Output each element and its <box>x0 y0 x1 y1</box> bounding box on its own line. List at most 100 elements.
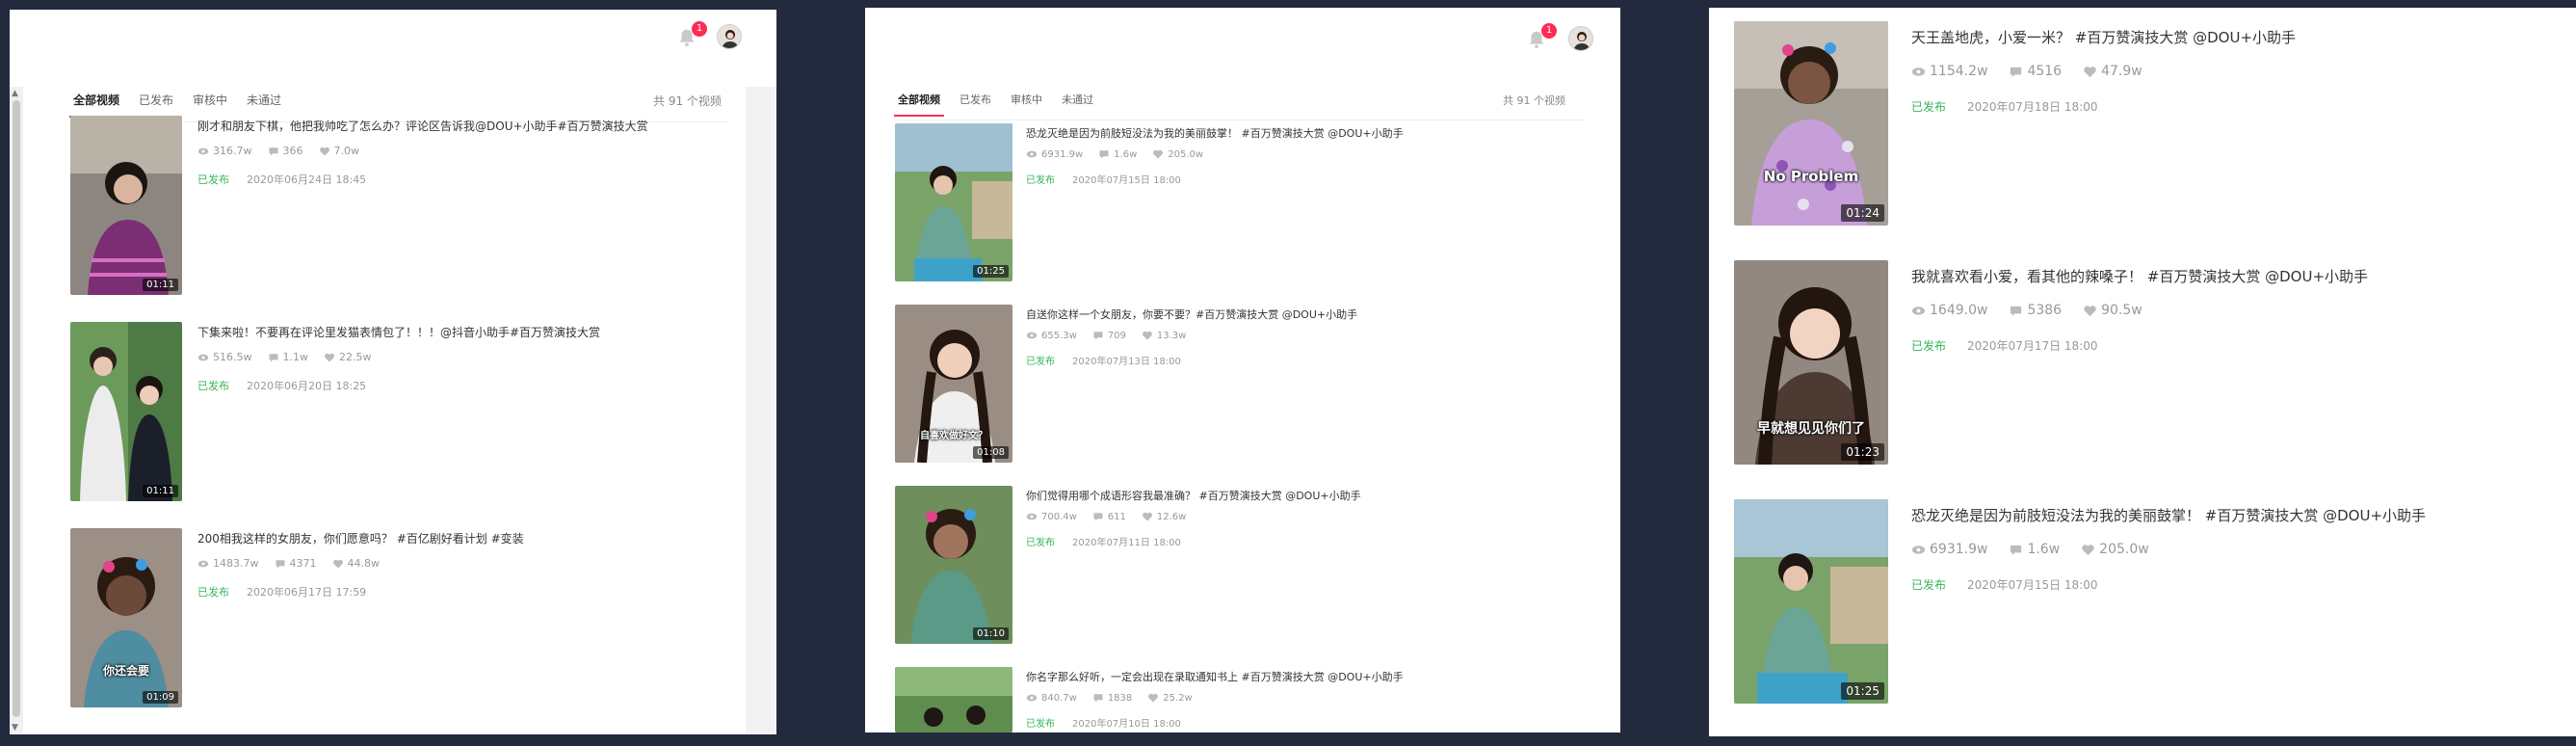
likes-stat: 22.5w <box>324 351 372 363</box>
views-count: 316.7w <box>213 145 252 157</box>
video-title[interactable]: 恐龙灭绝是因为前肢短没法为我的美丽鼓掌！ #百万赞演技大赏 @DOU+小助手 <box>1026 125 1404 141</box>
video-thumbnail[interactable]: 自喜欢做好文？ 01:08 <box>895 305 1012 463</box>
tab-all[interactable]: 全部视频 <box>68 92 124 118</box>
status-badge: 已发布 <box>197 586 229 599</box>
video-stats: 316.7w 366 7.0w <box>197 145 359 157</box>
likes-count: 12.6w <box>1156 511 1187 522</box>
heart-icon <box>1148 693 1159 703</box>
views-stat: 1154.2w <box>1911 64 1987 79</box>
eye-icon <box>1911 545 1926 554</box>
status-badge: 已发布 <box>1911 578 1947 592</box>
status-badge: 已发布 <box>1026 719 1055 730</box>
likes-stat: 205.0w <box>2081 542 2149 557</box>
video-title[interactable]: 刚才和朋友下棋，他把我帅吃了怎么办？评论区告诉我@DOU+小助手#百万赞演技大赏 <box>197 118 648 134</box>
video-thumbnail[interactable]: 01:10 <box>895 486 1012 644</box>
views-stat: 700.4w <box>1026 511 1077 522</box>
tab-rejected[interactable]: 未通过 <box>247 92 281 118</box>
video-title[interactable]: 自送你这样一个女朋友，你要不要？#百万赞演技大赏 @DOU+小助手 <box>1026 306 1357 322</box>
tab-published[interactable]: 已发布 <box>959 92 991 117</box>
tab-reviewing[interactable]: 审核中 <box>193 92 227 118</box>
comment-icon <box>269 147 277 155</box>
video-manager-panel-1: ▲ ▼ 1 全部视频 已发布 审核中 未通过 共 91 个视频 01:11 刚才… <box>10 10 776 734</box>
video-title[interactable]: 天王盖地虎，小爱一米？ #百万赞演技大赏 @DOU+小助手 <box>1911 27 2296 47</box>
video-thumbnail[interactable]: 01:25 <box>895 123 1012 281</box>
publish-date: 2020年07月15日 18:00 <box>1967 578 2098 592</box>
publish-date: 2020年07月15日 18:00 <box>1072 175 1181 186</box>
notification-bell[interactable]: 1 <box>676 21 707 50</box>
video-meta: 已发布 2020年07月15日 18:00 <box>1911 576 2098 593</box>
comment-icon <box>2011 306 2022 316</box>
comments-stat: 1.1w <box>268 351 308 363</box>
video-meta: 已发布 2020年07月17日 18:00 <box>1911 337 2098 354</box>
video-meta: 已发布 2020年06月17日 17:59 <box>197 584 366 599</box>
list-item[interactable]: 你还会要 01:09 200相我这样的女朋友，你们愿意吗？ #百亿剧好看计划 #… <box>70 528 745 711</box>
list-item[interactable]: 01:25 恐龙灭绝是因为前肢短没法为我的美丽鼓掌！ #百万赞演技大赏 @DOU… <box>895 123 1569 287</box>
duration-badge: 01:08 <box>973 446 1009 459</box>
list-item[interactable]: 01:11 下集来啦！不要再在评论里发猫表情包了！！！@抖音小助手#百万赞演技大… <box>70 322 745 505</box>
tab-all[interactable]: 全部视频 <box>894 92 944 117</box>
thumbnail-caption: 你还会要 <box>102 664 149 678</box>
avatar[interactable] <box>1568 26 1593 51</box>
comments-count: 709 <box>1107 330 1126 341</box>
eye-icon <box>1026 150 1038 158</box>
video-thumbnail[interactable]: No Problem 01:24 <box>1734 21 1888 226</box>
duration-badge: 01:11 <box>143 279 178 291</box>
notification-badge: 1 <box>1541 23 1557 39</box>
notification-bell[interactable]: 1 <box>1526 23 1557 52</box>
views-stat: 1649.0w <box>1911 303 1987 318</box>
video-thumbnail[interactable] <box>895 667 1012 733</box>
video-thumbnail[interactable]: 01:11 <box>70 322 182 501</box>
video-title[interactable]: 200相我这样的女朋友，你们愿意吗？ #百亿剧好看计划 #变装 <box>197 530 524 546</box>
duration-badge: 01:24 <box>1841 204 1884 222</box>
list-item[interactable]: 你名字那么好听，一定会出现在录取通知书上 #百万赞演技大赏 @DOU+小助手 8… <box>895 667 1569 733</box>
likes-count: 90.5w <box>2101 303 2142 318</box>
comments-count: 1838 <box>1107 692 1133 704</box>
comments-stat: 1.6w <box>1098 148 1137 160</box>
video-meta: 已发布 2020年06月20日 18:25 <box>197 378 366 393</box>
publish-date: 2020年06月17日 17:59 <box>247 586 367 599</box>
video-title[interactable]: 你名字那么好听，一定会出现在录取通知书上 #百万赞演技大赏 @DOU+小助手 <box>1026 669 1404 684</box>
publish-date: 2020年07月17日 18:00 <box>1967 339 2098 353</box>
views-count: 1154.2w <box>1930 64 1988 79</box>
video-thumbnail[interactable]: 早就想见见你们了 01:23 <box>1734 260 1888 465</box>
scrollbar[interactable]: ▲ ▼ <box>10 87 23 734</box>
views-count: 516.5w <box>213 351 252 363</box>
list-item[interactable]: 01:11 刚才和朋友下棋，他把我帅吃了怎么办？评论区告诉我@DOU+小助手#百… <box>70 116 745 299</box>
list-item[interactable]: 01:25 恐龙灭绝是因为前肢短没法为我的美丽鼓掌！ #百万赞演技大赏 @DOU… <box>1734 499 2563 711</box>
status-badge: 已发布 <box>197 380 229 392</box>
scroll-down-icon[interactable]: ▼ <box>12 723 18 733</box>
list-item[interactable]: No Problem 01:24 天王盖地虎，小爱一米？ #百万赞演技大赏 @D… <box>1734 21 2563 233</box>
heart-icon <box>332 559 343 568</box>
video-title[interactable]: 恐龙灭绝是因为前肢短没法为我的美丽鼓掌！ #百万赞演技大赏 @DOU+小助手 <box>1911 505 2426 525</box>
thumbnail-caption: No Problem <box>1763 168 1859 185</box>
views-stat: 655.3w <box>1026 330 1077 341</box>
status-badge: 已发布 <box>1911 339 1947 353</box>
list-item[interactable]: 01:10 你们觉得用哪个成语形容我最准确？ #百万赞演技大赏 @DOU+小助手… <box>895 486 1569 650</box>
video-thumbnail[interactable]: 01:11 <box>70 116 182 295</box>
video-thumbnail[interactable]: 01:25 <box>1734 499 1888 704</box>
tab-published[interactable]: 已发布 <box>139 92 173 118</box>
tab-rejected[interactable]: 未通过 <box>1062 92 1093 117</box>
video-stats: 516.5w 1.1w 22.5w <box>197 351 372 363</box>
video-thumbnail[interactable]: 你还会要 01:09 <box>70 528 182 707</box>
comments-stat: 611 <box>1092 511 1126 522</box>
video-title[interactable]: 下集来啦！不要再在评论里发猫表情包了！！！@抖音小助手#百万赞演技大赏 <box>197 324 600 340</box>
likes-count: 44.8w <box>347 557 381 570</box>
video-stats: 6931.9w 1.6w 205.0w <box>1911 542 2149 557</box>
scroll-up-icon[interactable]: ▲ <box>12 89 18 98</box>
scrollbar-thumb[interactable] <box>13 100 20 717</box>
eye-icon <box>1026 332 1038 339</box>
avatar[interactable] <box>717 24 742 49</box>
video-meta: 已发布 2020年07月15日 18:00 <box>1026 172 1181 186</box>
list-item[interactable]: 早就想见见你们了 01:23 我就喜欢看小爱，看其他的辣嗓子！ #百万赞演技大赏… <box>1734 260 2563 472</box>
publish-date: 2020年06月20日 18:25 <box>247 380 367 392</box>
video-title[interactable]: 我就喜欢看小爱，看其他的辣嗓子！ #百万赞演技大赏 @DOU+小助手 <box>1911 266 2368 286</box>
views-stat: 516.5w <box>197 351 252 363</box>
list-item[interactable]: 自喜欢做好文？ 01:08 自送你这样一个女朋友，你要不要？#百万赞演技大赏 @… <box>895 305 1569 468</box>
video-meta: 已发布 2020年07月18日 18:00 <box>1911 98 2098 115</box>
tab-reviewing[interactable]: 审核中 <box>1011 92 1042 117</box>
likes-count: 205.0w <box>1168 148 1204 160</box>
eye-icon <box>197 560 209 567</box>
video-title[interactable]: 你们觉得用哪个成语形容我最准确？ #百万赞演技大赏 @DOU+小助手 <box>1026 488 1361 503</box>
comment-icon <box>1099 150 1109 159</box>
